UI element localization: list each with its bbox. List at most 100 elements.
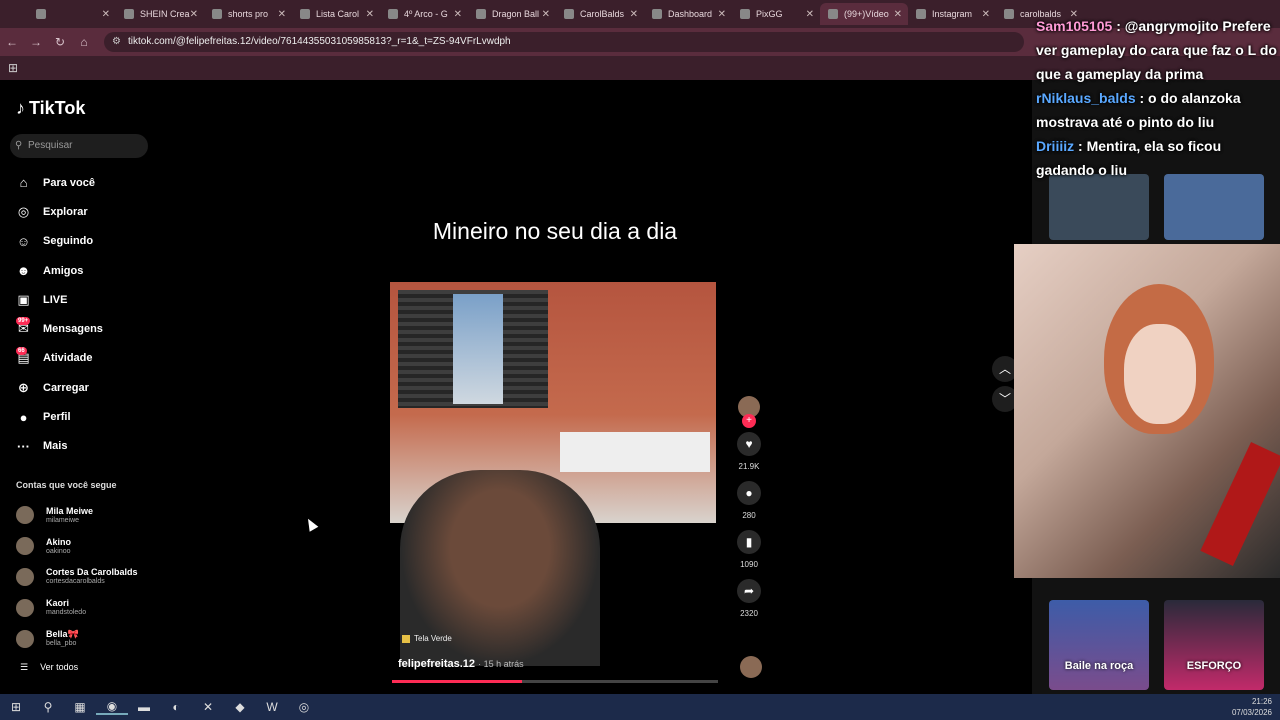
site-info-icon[interactable]: ⚙ — [112, 32, 121, 52]
activity-badge: 66 — [16, 346, 27, 355]
next-creator-avatar[interactable] — [740, 656, 762, 678]
address-bar[interactable]: ⚙ tiktok.com/@felipefreitas.12/video/761… — [104, 32, 1024, 52]
tiktok-sidebar: ♪ TikTok ⚲ Pesquisar ⌂ Para você ◎ Explorar … — [0, 80, 160, 694]
live-icon: ▣ — [17, 291, 30, 307]
nav-item-live[interactable]: ▣ LIVE — [16, 285, 103, 314]
video-title: Mineiro no seu dia a dia — [432, 218, 678, 244]
word-icon[interactable]: W — [256, 700, 288, 714]
see-all-button[interactable]: ☰ Ver todos — [20, 662, 78, 673]
save-button[interactable]: ▮ 1090 — [734, 530, 764, 569]
close-tab-icon[interactable]: ✕ — [806, 9, 814, 20]
video-progress-bar[interactable] — [392, 680, 718, 683]
close-tab-icon[interactable]: ✕ — [454, 9, 462, 20]
upload-icon: ⊕ — [18, 379, 29, 395]
following-account[interactable]: Bella🎀 bella_pbo — [16, 623, 156, 654]
obs-icon[interactable]: ◎ — [288, 700, 320, 714]
nav-item-amigos[interactable]: ☻ Amigos — [16, 256, 103, 285]
video-author[interactable]: felipefreitas.12 · 15 h atrás — [398, 658, 524, 670]
following-account[interactable]: Cortes Da Carolbalds cortesdacarolbalds — [16, 562, 156, 593]
tab-favicon-icon — [300, 9, 310, 19]
browser-tab[interactable]: PixGG ✕ — [732, 3, 820, 25]
mouse-cursor — [303, 516, 319, 532]
xbox-icon[interactable]: ✕ — [192, 700, 224, 714]
close-tab-icon[interactable]: ✕ — [102, 9, 110, 20]
apps-grid-icon[interactable]: ⊞ — [8, 61, 18, 75]
tiktok-note-icon: ♪ — [16, 98, 25, 118]
windows-start-icon[interactable]: ⊞ — [0, 700, 32, 714]
browser-tab[interactable]: Lista Carol ✕ — [292, 3, 380, 25]
nav-item-perfil[interactable]: ● Perfil — [16, 402, 103, 431]
nav-item-seguindo[interactable]: ☺ Seguindo — [16, 227, 103, 256]
avatar — [16, 506, 34, 525]
close-tab-icon[interactable]: ✕ — [542, 9, 550, 20]
following-account[interactable]: Mila Meiwe milameiwe — [16, 500, 156, 531]
friends-icon: ☻ — [16, 263, 31, 279]
thumbnail[interactable] — [1049, 174, 1149, 240]
nav-item-atividade[interactable]: ▤ 66 Atividade — [16, 344, 103, 373]
browser-tab[interactable]: 4º Arco - G ✕ — [380, 3, 468, 25]
browser-tab[interactable]: SHEIN Crea ✕ — [116, 3, 204, 25]
browser-tab[interactable]: Dragon Ball ✕ — [468, 3, 556, 25]
nav-item-mensagens[interactable]: ✉ 99+ Mensagens — [16, 314, 103, 343]
close-tab-icon[interactable]: ✕ — [982, 9, 990, 20]
discord-icon[interactable]: ◐ — [160, 700, 192, 714]
tab-favicon-icon — [124, 9, 134, 19]
thumbnail[interactable]: Baile na roça — [1049, 600, 1149, 690]
close-tab-icon[interactable]: ✕ — [278, 9, 286, 20]
close-tab-icon[interactable]: ✕ — [366, 9, 374, 20]
app-icon[interactable]: ◆ — [224, 700, 256, 714]
video-tag[interactable]: Tela Verde — [402, 634, 452, 643]
system-clock[interactable]: 21:26 07/03/2026 — [1232, 696, 1272, 718]
back-icon[interactable]: ← — [0, 35, 24, 49]
browser-tab-active[interactable]: (99+)Vídeo ✕ — [820, 3, 908, 25]
follow-plus-icon[interactable]: + — [742, 414, 756, 428]
avatar — [16, 567, 34, 586]
chrome-icon[interactable]: ◉ — [96, 699, 128, 715]
close-tab-icon[interactable]: ✕ — [630, 9, 638, 20]
following-icon: ☺ — [16, 233, 31, 249]
nav-item-mais[interactable]: ··· Mais — [16, 432, 103, 461]
creator-avatar[interactable]: + — [738, 396, 760, 428]
search-input[interactable]: ⚲ Pesquisar — [10, 134, 148, 158]
tab-favicon-icon — [476, 9, 486, 19]
browser-tab[interactable]: Instagram ✕ — [908, 3, 996, 25]
tab-favicon-icon — [36, 9, 46, 19]
browser-tab[interactable]: ✕ — [28, 3, 116, 25]
nav-item-carregar[interactable]: ⊕ Carregar — [16, 373, 103, 402]
tab-favicon-icon — [564, 9, 574, 19]
reload-icon[interactable]: ↻ — [48, 35, 72, 49]
file-explorer-icon[interactable]: ▬ — [128, 700, 160, 714]
search-icon[interactable]: ⚲ — [32, 700, 64, 714]
tab-favicon-icon — [212, 9, 222, 19]
chat-message: Driiiiz : Mentira, ela so ficou gadando … — [1036, 138, 1222, 178]
messages-badge: 99+ — [16, 317, 31, 326]
nav-item-para-voce[interactable]: ⌂ Para você — [16, 168, 103, 197]
close-tab-icon[interactable]: ✕ — [190, 9, 198, 20]
browser-tab[interactable]: Dashboard ✕ — [644, 3, 732, 25]
following-title: Contas que você segue — [16, 480, 117, 490]
like-button[interactable]: ♥ 21.9K — [734, 432, 764, 471]
tab-favicon-icon — [388, 9, 398, 19]
avatar — [16, 537, 34, 556]
close-tab-icon[interactable]: ✕ — [894, 9, 902, 20]
home-button-icon[interactable]: ⌂ — [72, 35, 96, 49]
share-button[interactable]: ➦ 2320 — [734, 579, 764, 618]
following-account[interactable]: Kaori mandstoledo — [16, 592, 156, 623]
browser-tab[interactable]: shorts pro ✕ — [204, 3, 292, 25]
tiktok-logo[interactable]: ♪ TikTok — [16, 98, 85, 119]
close-tab-icon[interactable]: ✕ — [718, 9, 726, 20]
thumbnail[interactable]: ESFORÇO — [1164, 600, 1264, 690]
tiktok-favicon-icon — [828, 9, 838, 19]
forward-icon[interactable]: → — [24, 35, 48, 49]
nav-item-explorar[interactable]: ◎ Explorar — [16, 197, 103, 226]
browser-tab[interactable]: CarolBalds ✕ — [556, 3, 644, 25]
bookmark-icon: ▮ — [737, 530, 761, 554]
thumbnail[interactable] — [1164, 174, 1264, 240]
search-icon: ⚲ — [15, 140, 23, 151]
microphone — [1200, 442, 1280, 566]
comment-button[interactable]: ● 280 — [734, 481, 764, 520]
comment-icon: ● — [737, 481, 761, 505]
following-account[interactable]: Akino oakinoo — [16, 531, 156, 562]
task-view-icon[interactable]: ▦ — [64, 700, 96, 714]
tab-favicon-icon — [1004, 9, 1014, 19]
